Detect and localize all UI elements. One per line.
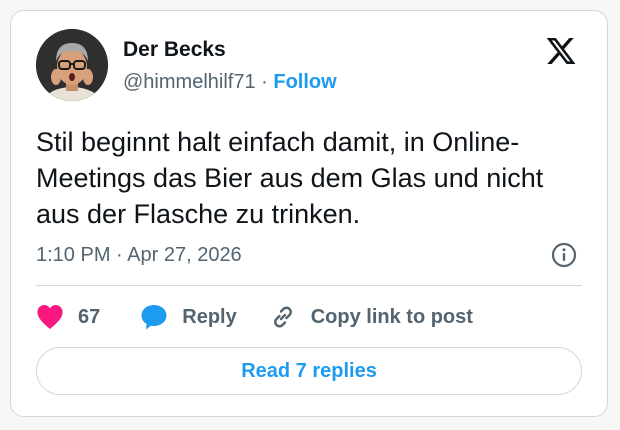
like-count: 67 xyxy=(78,305,101,328)
like-button[interactable]: 67 xyxy=(36,304,100,330)
divider xyxy=(36,285,582,286)
read-replies-button[interactable]: Read 7 replies xyxy=(36,347,582,395)
heart-icon xyxy=(37,305,63,329)
author-name[interactable]: Der Becks xyxy=(123,38,226,62)
reply-button[interactable]: Reply xyxy=(140,303,237,331)
post-text: Stil beginnt halt einfach damit, in Onli… xyxy=(36,127,544,229)
link-icon xyxy=(273,306,292,328)
speech-bubble-icon xyxy=(141,305,167,330)
author-handle[interactable]: @himmelhilf71 xyxy=(123,71,256,93)
avatar[interactable] xyxy=(36,29,108,101)
x-logo-icon[interactable] xyxy=(545,35,577,67)
post-timestamp[interactable]: 1:10 PM · Apr 27, 2026 xyxy=(36,242,242,268)
follow-button[interactable]: Follow xyxy=(273,71,336,93)
post-card: Der Becks @himmelhilf71 · Follow Stil be… xyxy=(10,10,608,417)
copy-link-button[interactable]: Copy link to post xyxy=(269,303,473,331)
reply-label: Reply xyxy=(182,305,237,328)
author-handle-row: @himmelhilf71 · Follow xyxy=(123,70,337,94)
info-icon[interactable] xyxy=(551,242,577,268)
action-bar: 67 Reply Copy link to post xyxy=(36,302,473,332)
separator-dot: · xyxy=(261,71,268,93)
copy-link-label: Copy link to post xyxy=(310,305,473,328)
